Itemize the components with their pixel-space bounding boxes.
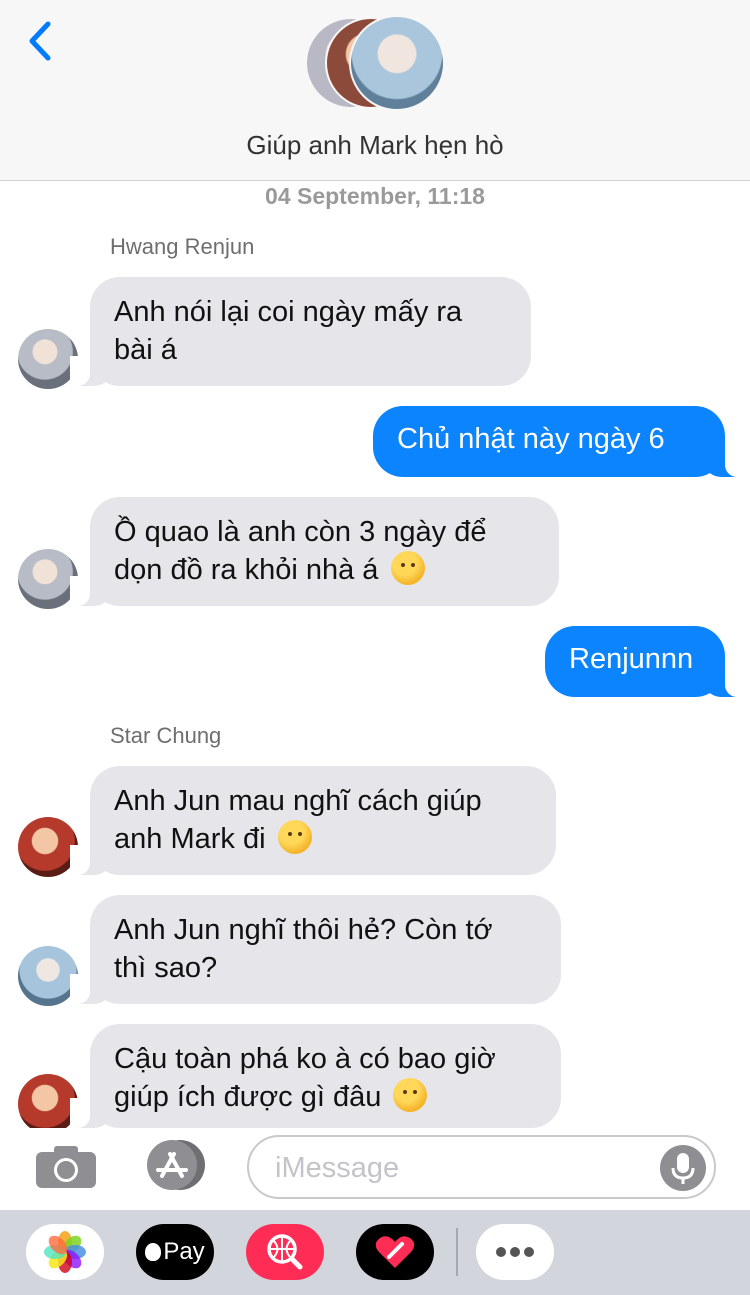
message-text: Anh Jun nghĩ thôi hẻ? Còn tớ bbox=[114, 914, 493, 946]
microphone-button[interactable] bbox=[660, 1145, 706, 1191]
apple-pay-button[interactable]: Pay bbox=[136, 1224, 214, 1280]
sender-name: Hwang Renjun bbox=[110, 234, 255, 259]
message-bubble[interactable]: Ồ quao là anh còn 3 ngày để dọn đồ ra khỏ… bbox=[70, 497, 559, 606]
message-text: Renjunnn bbox=[569, 643, 694, 675]
message-text: dọn đồ ra khỏi nhà á bbox=[114, 554, 379, 586]
message-bubble[interactable]: Renjunnn bbox=[545, 626, 745, 697]
face-with-hand-over-mouth-emoji bbox=[390, 551, 425, 585]
photos-app-button[interactable] bbox=[26, 1224, 104, 1280]
message-timestamp: 04 September, 11:18 bbox=[265, 183, 485, 209]
input-bar bbox=[0, 1128, 750, 1210]
web-search-app-button[interactable] bbox=[246, 1224, 324, 1280]
camera-icon bbox=[36, 1146, 96, 1188]
message-input[interactable] bbox=[273, 1147, 657, 1189]
chevron-left-icon bbox=[29, 21, 51, 61]
divider bbox=[456, 1228, 458, 1276]
message-bubble[interactable]: Anh Jun mau nghĩ cách giúp anh Mark đi bbox=[70, 766, 556, 875]
face-with-steam-emoji bbox=[393, 1078, 428, 1112]
message-text: thì sao? bbox=[114, 952, 218, 984]
app-store-button[interactable] bbox=[140, 1138, 212, 1192]
message-bubble[interactable]: Anh nói lại coi ngày mấy ra bài á bbox=[70, 277, 531, 386]
message-bubble[interactable]: Chủ nhật này ngày 6 bbox=[373, 406, 745, 477]
message-text: Ồ quao là anh còn 3 ngày để bbox=[114, 516, 487, 548]
app-store-icon bbox=[147, 1140, 205, 1190]
web-search-icon bbox=[267, 1234, 303, 1270]
conversation-header: Giúp anh Mark hẹn hò bbox=[0, 0, 750, 181]
digital-touch-icon bbox=[375, 1236, 415, 1268]
message-text: anh Mark đi bbox=[114, 823, 266, 855]
more-icon bbox=[496, 1247, 534, 1257]
message-text: Anh Jun mau nghĩ cách giúp bbox=[114, 785, 482, 817]
photos-icon bbox=[44, 1231, 86, 1273]
avatar[interactable] bbox=[18, 946, 78, 1006]
back-button[interactable] bbox=[22, 18, 62, 64]
avatar bbox=[349, 15, 445, 111]
digital-touch-app-button[interactable] bbox=[356, 1224, 434, 1280]
camera-button[interactable] bbox=[34, 1142, 98, 1190]
message-input-field[interactable] bbox=[247, 1135, 716, 1199]
message-text: Chủ nhật này ngày 6 bbox=[397, 423, 665, 455]
conversation-title[interactable]: Giúp anh Mark hẹn hò bbox=[0, 130, 750, 161]
sender-name: Star Chung bbox=[110, 723, 222, 748]
microphone-icon bbox=[671, 1153, 695, 1184]
avatar[interactable] bbox=[18, 329, 78, 389]
app-drawer: Pay bbox=[0, 1210, 750, 1295]
message-text: bài á bbox=[114, 334, 177, 366]
apple-icon bbox=[145, 1243, 162, 1261]
message-text: Anh nói lại coi ngày mấy ra bbox=[114, 296, 463, 328]
more-apps-button[interactable] bbox=[476, 1224, 554, 1280]
avatar[interactable] bbox=[18, 1074, 78, 1134]
message-bubble[interactable]: Anh Jun nghĩ thôi hẻ? Còn tớ thì sao? bbox=[70, 895, 561, 1004]
message-bubble[interactable]: Cậu toàn phá ko à có bao giờ giúp ích đượ… bbox=[70, 1024, 561, 1128]
persevering-face-emoji bbox=[277, 820, 312, 854]
message-text: giúp ích được gì đâu bbox=[114, 1081, 382, 1113]
avatar[interactable] bbox=[18, 549, 78, 609]
avatar[interactable] bbox=[18, 817, 78, 877]
apple-pay-label: Pay bbox=[163, 1238, 205, 1265]
message-text: Cậu toàn phá ko à có bao giờ bbox=[114, 1043, 496, 1075]
group-avatars[interactable] bbox=[305, 15, 447, 113]
